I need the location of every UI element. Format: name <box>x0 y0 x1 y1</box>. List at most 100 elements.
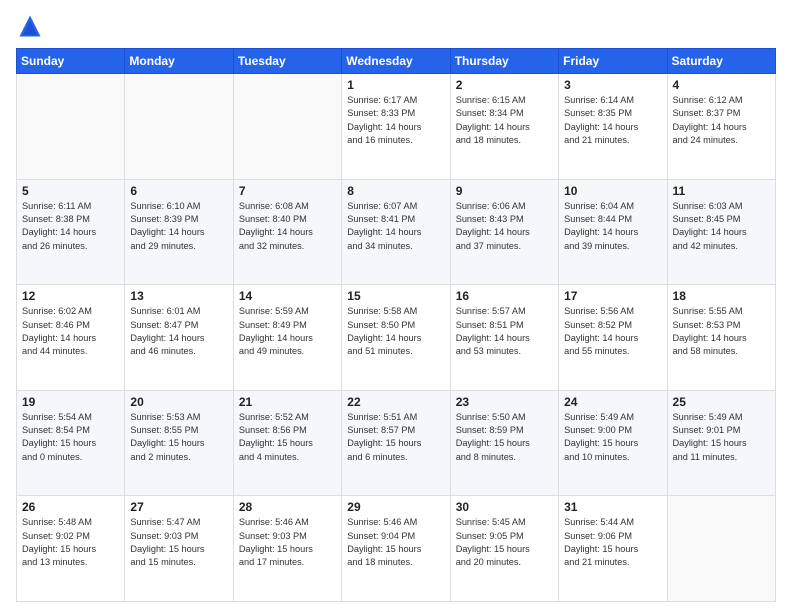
generalblue-logo-icon <box>16 12 44 40</box>
day-number: 4 <box>673 78 770 92</box>
calendar-cell: 27 Sunrise: 5:47 AMSunset: 9:03 PMDayligh… <box>125 496 233 602</box>
header <box>16 12 776 40</box>
calendar-cell: 5Sunrise: 6:11 AMSunset: 8:38 PMDaylight… <box>17 179 125 285</box>
day-info: Sunrise: 5:51 AMSunset: 8:57 PMDaylight:… <box>347 411 444 464</box>
calendar-cell: 31Sunrise: 5:44 AMSunset: 9:06 PMDayligh… <box>559 496 667 602</box>
day-info: Sunrise: 6:06 AMSunset: 8:43 PMDaylight:… <box>456 200 553 253</box>
weekday-header-friday: Friday <box>559 49 667 74</box>
day-info: Sunrise: 6:08 AMSunset: 8:40 PMDaylight:… <box>239 200 336 253</box>
day-info: Sunrise: 5:49 AMSunset: 9:00 PMDaylight:… <box>564 411 661 464</box>
calendar-cell: 18 Sunrise: 5:55 AMSunset: 8:53 PMDayligh… <box>667 285 775 391</box>
calendar-cell: 30 Sunrise: 5:45 AMSunset: 9:05 PMDayligh… <box>450 496 558 602</box>
day-number: 7 <box>239 184 336 198</box>
calendar-cell: 4 Sunrise: 6:12 AMSunset: 8:37 PMDaylight… <box>667 74 775 180</box>
calendar-cell: 11 Sunrise: 6:03 AMSunset: 8:45 PMDayligh… <box>667 179 775 285</box>
day-info: Sunrise: 6:04 AMSunset: 8:44 PMDaylight:… <box>564 200 661 253</box>
calendar-cell <box>667 496 775 602</box>
calendar-cell: 26 Sunrise: 5:48 AMSunset: 9:02 PMDayligh… <box>17 496 125 602</box>
day-number: 15 <box>347 289 444 303</box>
day-number: 18 <box>673 289 770 303</box>
calendar-cell: 1 Sunrise: 6:17 AMSunset: 8:33 PMDaylight… <box>342 74 450 180</box>
calendar-cell: 16 Sunrise: 5:57 AMSunset: 8:51 PMDayligh… <box>450 285 558 391</box>
day-number: 2 <box>456 78 553 92</box>
day-info: Sunrise: 5:57 AMSunset: 8:51 PMDaylight:… <box>456 305 553 358</box>
day-info: Sunrise: 6:11 AMSunset: 8:38 PMDaylight:… <box>22 200 119 253</box>
day-info: Sunrise: 5:54 AMSunset: 8:54 PMDaylight:… <box>22 411 119 464</box>
calendar-cell: 22 Sunrise: 5:51 AMSunset: 8:57 PMDayligh… <box>342 390 450 496</box>
day-info: Sunrise: 5:56 AMSunset: 8:52 PMDaylight:… <box>564 305 661 358</box>
calendar-week-row-5: 26 Sunrise: 5:48 AMSunset: 9:02 PMDayligh… <box>17 496 776 602</box>
calendar-cell: 13 Sunrise: 6:01 AMSunset: 8:47 PMDayligh… <box>125 285 233 391</box>
day-number: 29 <box>347 500 444 514</box>
day-number: 1 <box>347 78 444 92</box>
day-info: Sunrise: 5:52 AMSunset: 8:56 PMDaylight:… <box>239 411 336 464</box>
day-info: Sunrise: 6:07 AMSunset: 8:41 PMDaylight:… <box>347 200 444 253</box>
day-number: 10 <box>564 184 661 198</box>
calendar-cell: 7 Sunrise: 6:08 AMSunset: 8:40 PMDaylight… <box>233 179 341 285</box>
day-number: 17 <box>564 289 661 303</box>
day-info: Sunrise: 6:02 AMSunset: 8:46 PMDaylight:… <box>22 305 119 358</box>
day-info: Sunrise: 5:45 AMSunset: 9:05 PMDaylight:… <box>456 516 553 569</box>
day-info: Sunrise: 5:58 AMSunset: 8:50 PMDaylight:… <box>347 305 444 358</box>
day-number: 9 <box>456 184 553 198</box>
calendar-cell: 3 Sunrise: 6:14 AMSunset: 8:35 PMDaylight… <box>559 74 667 180</box>
day-number: 24 <box>564 395 661 409</box>
calendar-week-row-1: 1 Sunrise: 6:17 AMSunset: 8:33 PMDaylight… <box>17 74 776 180</box>
day-number: 19 <box>22 395 119 409</box>
day-info: Sunrise: 5:53 AMSunset: 8:55 PMDaylight:… <box>130 411 227 464</box>
weekday-header-tuesday: Tuesday <box>233 49 341 74</box>
day-info: Sunrise: 6:01 AMSunset: 8:47 PMDaylight:… <box>130 305 227 358</box>
day-info: Sunrise: 5:47 AMSunset: 9:03 PMDaylight:… <box>130 516 227 569</box>
day-info: Sunrise: 5:49 AMSunset: 9:01 PMDaylight:… <box>673 411 770 464</box>
day-number: 22 <box>347 395 444 409</box>
day-number: 11 <box>673 184 770 198</box>
day-number: 26 <box>22 500 119 514</box>
logo <box>16 12 48 40</box>
day-info: Sunrise: 5:48 AMSunset: 9:02 PMDaylight:… <box>22 516 119 569</box>
weekday-header-saturday: Saturday <box>667 49 775 74</box>
day-number: 27 <box>130 500 227 514</box>
calendar-cell: 9 Sunrise: 6:06 AMSunset: 8:43 PMDaylight… <box>450 179 558 285</box>
calendar-table: SundayMondayTuesdayWednesdayThursdayFrid… <box>16 48 776 602</box>
day-number: 23 <box>456 395 553 409</box>
day-number: 14 <box>239 289 336 303</box>
calendar-week-row-4: 19 Sunrise: 5:54 AMSunset: 8:54 PMDayligh… <box>17 390 776 496</box>
calendar-cell: 10 Sunrise: 6:04 AMSunset: 8:44 PMDayligh… <box>559 179 667 285</box>
calendar-cell: 20 Sunrise: 5:53 AMSunset: 8:55 PMDayligh… <box>125 390 233 496</box>
calendar-cell: 19 Sunrise: 5:54 AMSunset: 8:54 PMDayligh… <box>17 390 125 496</box>
weekday-header-thursday: Thursday <box>450 49 558 74</box>
calendar-cell: 24 Sunrise: 5:49 AMSunset: 9:00 PMDayligh… <box>559 390 667 496</box>
day-info: Sunrise: 5:46 AMSunset: 9:04 PMDaylight:… <box>347 516 444 569</box>
day-info: Sunrise: 6:12 AMSunset: 8:37 PMDaylight:… <box>673 94 770 147</box>
day-number: 21 <box>239 395 336 409</box>
day-info: Sunrise: 5:44 AMSunset: 9:06 PMDaylight:… <box>564 516 661 569</box>
day-info: Sunrise: 6:10 AMSunset: 8:39 PMDaylight:… <box>130 200 227 253</box>
calendar-cell: 2Sunrise: 6:15 AMSunset: 8:34 PMDaylight… <box>450 74 558 180</box>
day-number: 20 <box>130 395 227 409</box>
weekday-header-monday: Monday <box>125 49 233 74</box>
day-info: Sunrise: 5:59 AMSunset: 8:49 PMDaylight:… <box>239 305 336 358</box>
day-number: 13 <box>130 289 227 303</box>
day-number: 25 <box>673 395 770 409</box>
weekday-header-sunday: Sunday <box>17 49 125 74</box>
day-info: Sunrise: 6:17 AMSunset: 8:33 PMDaylight:… <box>347 94 444 147</box>
calendar-week-row-3: 12Sunrise: 6:02 AMSunset: 8:46 PMDayligh… <box>17 285 776 391</box>
calendar-cell: 8Sunrise: 6:07 AMSunset: 8:41 PMDaylight… <box>342 179 450 285</box>
calendar-cell: 6Sunrise: 6:10 AMSunset: 8:39 PMDaylight… <box>125 179 233 285</box>
calendar-cell: 21 Sunrise: 5:52 AMSunset: 8:56 PMDayligh… <box>233 390 341 496</box>
day-info: Sunrise: 5:50 AMSunset: 8:59 PMDaylight:… <box>456 411 553 464</box>
calendar-cell <box>125 74 233 180</box>
calendar-cell: 23 Sunrise: 5:50 AMSunset: 8:59 PMDayligh… <box>450 390 558 496</box>
calendar-cell: 12Sunrise: 6:02 AMSunset: 8:46 PMDayligh… <box>17 285 125 391</box>
day-number: 30 <box>456 500 553 514</box>
calendar-cell: 29 Sunrise: 5:46 AMSunset: 9:04 PMDayligh… <box>342 496 450 602</box>
calendar-cell <box>233 74 341 180</box>
weekday-header-row: SundayMondayTuesdayWednesdayThursdayFrid… <box>17 49 776 74</box>
day-number: 28 <box>239 500 336 514</box>
day-info: Sunrise: 6:03 AMSunset: 8:45 PMDaylight:… <box>673 200 770 253</box>
day-info: Sunrise: 5:55 AMSunset: 8:53 PMDaylight:… <box>673 305 770 358</box>
day-number: 3 <box>564 78 661 92</box>
day-info: Sunrise: 6:14 AMSunset: 8:35 PMDaylight:… <box>564 94 661 147</box>
day-number: 16 <box>456 289 553 303</box>
calendar-cell: 28Sunrise: 5:46 AMSunset: 9:03 PMDayligh… <box>233 496 341 602</box>
